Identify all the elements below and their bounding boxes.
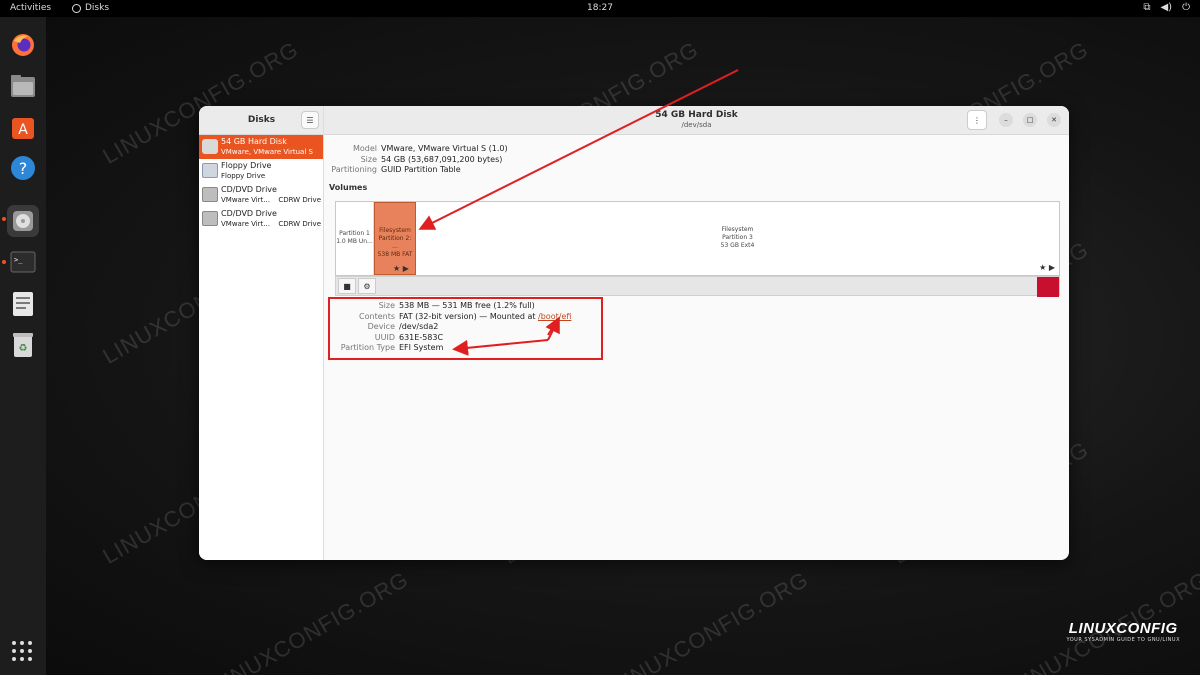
logo-tagline: YOUR SYSADMIN GUIDE TO GNU/LINUX bbox=[1066, 637, 1180, 643]
logo-name: LINUXCONFIG bbox=[1068, 620, 1178, 637]
arrow-to-type bbox=[452, 339, 549, 356]
linuxconfig-logo: LINUXCONFIG YOUR SYSADMIN GUIDE TO GNU/L… bbox=[1066, 620, 1180, 643]
annotation-arrows bbox=[418, 69, 739, 356]
arrow-to-mount bbox=[545, 316, 560, 341]
arrow-to-partition bbox=[418, 69, 739, 230]
